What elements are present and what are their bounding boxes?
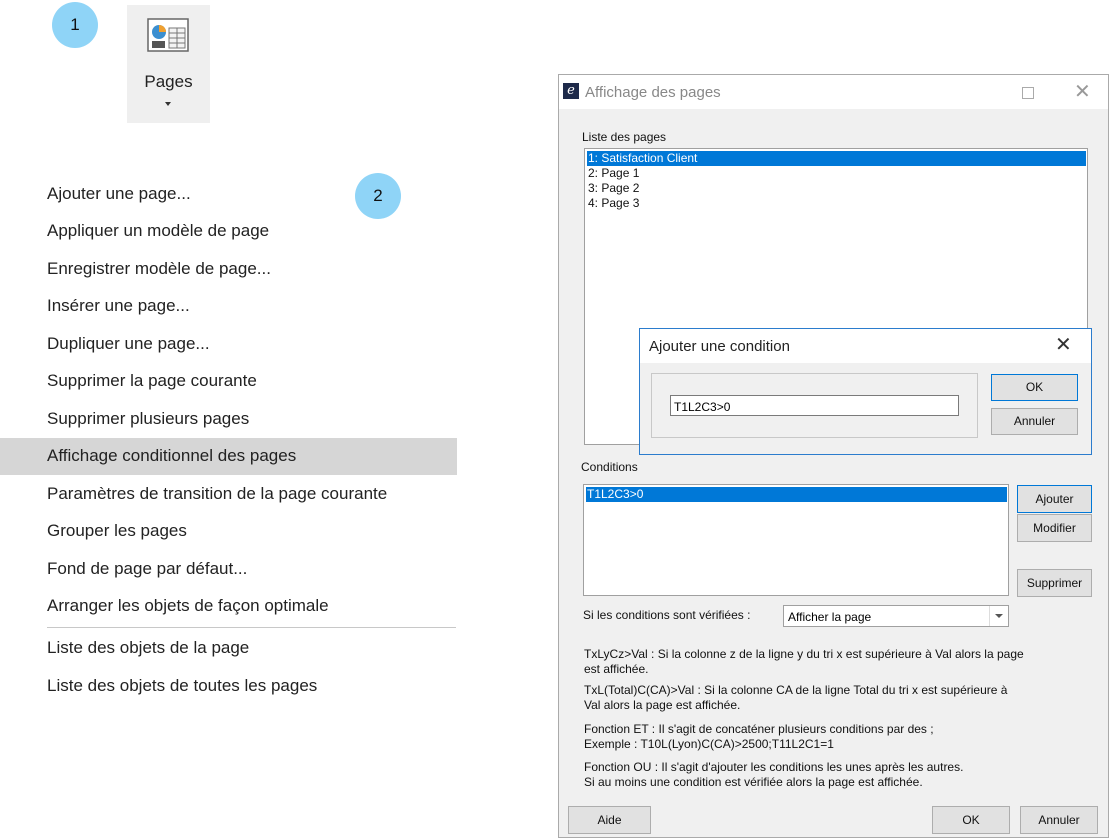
chevron-down-icon	[165, 102, 171, 106]
menu-item-delete-current-page[interactable]: Supprimer la page courante	[0, 363, 457, 400]
page-list-item[interactable]: 3: Page 2	[587, 181, 639, 196]
menu-item-insert-page[interactable]: Insérer une page...	[0, 288, 457, 325]
page-list-item[interactable]: 2: Page 1	[587, 166, 639, 181]
modify-condition-button[interactable]: Modifier	[1017, 514, 1092, 542]
conditions-listbox[interactable]: T1L2C3>0	[583, 484, 1009, 596]
ok-button[interactable]: OK	[932, 806, 1010, 834]
add-condition-button[interactable]: Ajouter	[1017, 485, 1092, 513]
menu-item-apply-template[interactable]: Appliquer un modèle de page	[0, 213, 457, 250]
step-badge-1: 1	[52, 2, 98, 48]
menu-item-all-pages-objects[interactable]: Liste des objets de toutes les pages	[0, 668, 457, 705]
add-condition-title: Ajouter une condition	[649, 338, 790, 355]
delete-condition-button[interactable]: Supprimer	[1017, 569, 1092, 597]
maximize-icon[interactable]	[1022, 87, 1034, 99]
menu-item-delete-pages[interactable]: Supprimer plusieurs pages	[0, 401, 457, 438]
menu-item-save-template[interactable]: Enregistrer modèle de page...	[0, 251, 457, 288]
app-logo-icon: e	[563, 83, 579, 99]
chevron-down-icon[interactable]	[989, 606, 1008, 626]
page-list-item[interactable]: 1: Satisfaction Client	[587, 151, 1086, 166]
close-icon[interactable]: ✕	[1074, 79, 1091, 104]
pages-ribbon-label: Pages	[144, 72, 193, 91]
menu-item-add-page[interactable]: Ajouter une page...	[0, 176, 457, 213]
cancel-button[interactable]: Annuler	[1020, 806, 1098, 834]
help-text-line: est affichée.	[584, 662, 649, 676]
add-condition-dialog: Ajouter une condition ✕ OK Annuler	[639, 328, 1092, 455]
pages-ribbon-button[interactable]: Pages	[127, 5, 210, 123]
close-icon[interactable]: ✕	[1055, 332, 1072, 357]
condition-list-item[interactable]: T1L2C3>0	[586, 487, 1007, 502]
help-text-line: TxL(Total)C(CA)>Val : Si la colonne CA d…	[584, 683, 1008, 697]
menu-item-page-objects[interactable]: Liste des objets de la page	[0, 630, 457, 667]
menu-item-conditional-display[interactable]: Affichage conditionnel des pages	[0, 438, 457, 475]
menu-separator	[47, 627, 456, 628]
dialog-title: Affichage des pages	[585, 84, 721, 101]
menu-item-default-background[interactable]: Fond de page par défaut...	[0, 551, 457, 588]
condition-input[interactable]	[670, 395, 959, 416]
help-text-line: Fonction ET : Il s'agit de concaténer pl…	[584, 722, 934, 736]
help-text-line: Si au moins une condition est vérifiée a…	[584, 775, 923, 789]
if-verified-select[interactable]: Afficher la page	[783, 605, 1009, 627]
page-list-item[interactable]: 4: Page 3	[587, 196, 639, 211]
condition-groupbox	[651, 373, 978, 438]
add-condition-titlebar: Ajouter une condition ✕	[640, 329, 1091, 363]
dialog-titlebar: e Affichage des pages ✕	[559, 75, 1108, 109]
menu-item-transition-settings[interactable]: Paramètres de transition de la page cour…	[0, 476, 457, 513]
help-text-line: TxLyCz>Val : Si la colonne z de la ligne…	[584, 647, 1024, 661]
menu-item-group-pages[interactable]: Grouper les pages	[0, 513, 457, 550]
help-text-line: Exemple : T10L(Lyon)C(CA)>2500;T11L2C1=1	[584, 737, 834, 751]
add-condition-cancel-button[interactable]: Annuler	[991, 408, 1078, 435]
add-condition-ok-button[interactable]: OK	[991, 374, 1078, 401]
page-display-dialog: e Affichage des pages ✕ Liste des pages …	[558, 74, 1109, 838]
pages-icon	[147, 18, 189, 52]
help-button[interactable]: Aide	[568, 806, 651, 834]
menu-item-duplicate-page[interactable]: Dupliquer une page...	[0, 326, 457, 363]
help-text-line: Fonction OU : Il s'agit d'ajouter les co…	[584, 760, 964, 774]
conditions-label: Conditions	[581, 460, 638, 474]
menu-item-arrange-objects[interactable]: Arranger les objets de façon optimale	[0, 588, 457, 625]
pages-list-label: Liste des pages	[582, 130, 667, 144]
if-verified-value: Afficher la page	[788, 610, 872, 624]
help-text-line: Val alors la page est affichée.	[584, 698, 741, 712]
if-verified-label: Si les conditions sont vérifiées :	[583, 608, 751, 622]
